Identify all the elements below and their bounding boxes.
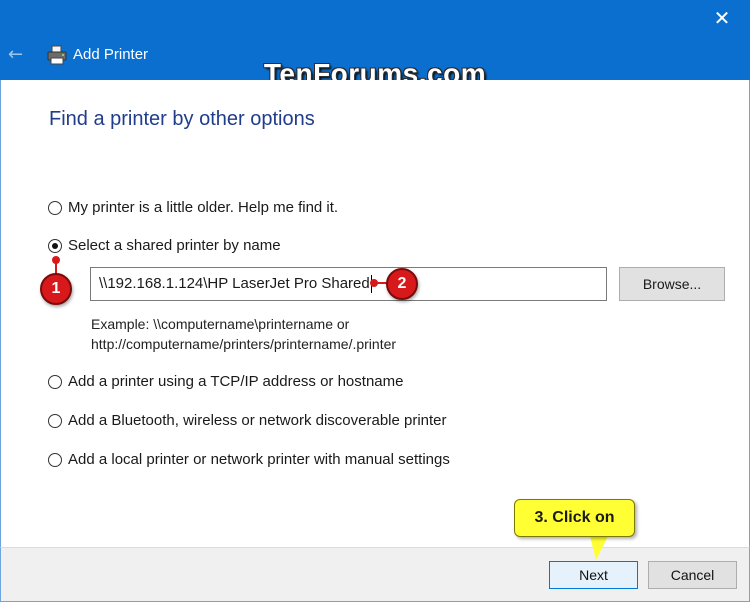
radio-local-printer[interactable] <box>48 452 62 467</box>
callout-tail <box>590 536 608 560</box>
example-line-1: Example: \\computername\printername or <box>91 316 350 332</box>
option-label: Add a local printer or network printer w… <box>68 451 450 468</box>
option-label: Add a printer using a TCP/IP address or … <box>68 373 404 390</box>
next-button[interactable]: Next <box>549 561 638 589</box>
option-label: Select a shared printer by name <box>68 237 281 254</box>
close-icon[interactable]: ✕ <box>710 6 734 30</box>
page-heading: Find a printer by other options <box>49 108 315 130</box>
option-bluetooth[interactable]: Add a Bluetooth, wireless or network dis… <box>48 412 447 429</box>
option-label: Add a Bluetooth, wireless or network dis… <box>68 412 447 429</box>
radio-older-printer[interactable] <box>48 200 62 215</box>
radio-tcpip[interactable] <box>48 374 62 389</box>
option-label: My printer is a little older. Help me fi… <box>68 199 339 216</box>
radio-shared-printer[interactable] <box>48 238 62 253</box>
printer-name-value: \\192.168.1.124\HP LaserJet Pro Shared <box>99 275 370 292</box>
example-text: Example: \\computername\printername or h… <box>91 314 396 354</box>
step-callout-3: 3. Click on <box>514 499 635 537</box>
step-marker-1: 1 <box>40 273 72 305</box>
cancel-button[interactable]: Cancel <box>648 561 737 589</box>
option-older-printer[interactable]: My printer is a little older. Help me fi… <box>48 199 338 216</box>
option-tcpip[interactable]: Add a printer using a TCP/IP address or … <box>48 373 403 390</box>
marker-1-line <box>55 260 57 274</box>
option-local-printer[interactable]: Add a local printer or network printer w… <box>48 451 450 468</box>
radio-bluetooth[interactable] <box>48 413 62 428</box>
option-shared-printer[interactable]: Select a shared printer by name <box>48 237 281 254</box>
example-line-2: http://computername/printers/printername… <box>91 336 397 352</box>
step-marker-2: 2 <box>386 268 418 300</box>
printer-name-input[interactable]: \\192.168.1.124\HP LaserJet Pro Shared <box>90 267 607 301</box>
browse-button[interactable]: Browse... <box>619 267 725 301</box>
